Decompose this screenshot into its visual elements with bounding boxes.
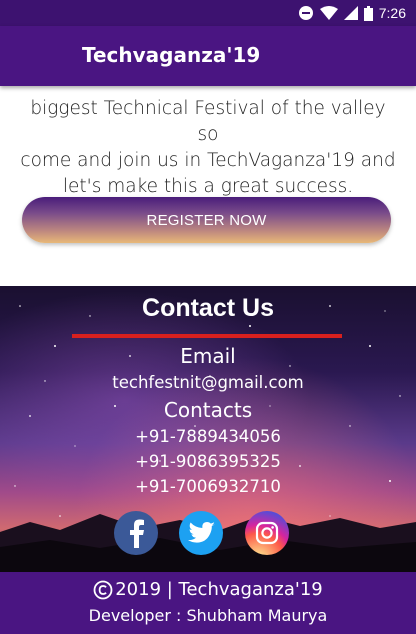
cell-signal-icon [343,6,358,20]
about-line: come and join us in TechVaganza'19 and [20,150,396,171]
status-bar: 7:26 [0,0,416,26]
phone-link[interactable]: +91-7006932710 [0,477,416,496]
status-icons: 7:26 [298,3,406,23]
copyright-line: 2019 | Techvaganza'19 [0,579,416,600]
twitter-icon [188,522,215,543]
footer: 2019 | Techvaganza'19 Developer : Shubha… [0,572,416,634]
status-time: 7:26 [378,5,406,21]
about-line: biggest Technical Festival of the valley… [30,98,386,145]
about-text: biggest Technical Festival of the valley… [20,86,396,200]
copyright-text: 2019 | Techvaganza'19 [115,579,323,600]
wifi-icon [319,6,338,20]
app-bar: Techvaganza'19 [0,26,416,86]
facebook-icon [130,519,144,548]
contact-title: Contact Us [142,294,274,322]
about-section: biggest Technical Festival of the valley… [0,86,416,286]
instagram-button[interactable] [245,511,289,555]
copyright-icon [93,580,113,599]
email-link[interactable]: techfestnit@gmail.com [0,373,416,392]
battery-icon [363,5,373,21]
phone-link[interactable]: +91-7889434056 [0,427,416,446]
do-not-disturb-icon [298,6,313,20]
contact-section: Contact Us Email techfestnit@gmail.com C… [0,286,416,572]
register-now-button[interactable]: REGISTER NOW [22,197,391,243]
instagram-icon [255,521,279,545]
contacts-heading: Contacts [163,398,253,422]
facebook-button[interactable] [114,511,158,555]
developer-credit: Developer : Shubham Maurya [88,606,328,625]
title-underline [72,334,342,338]
phone-link[interactable]: +91-9086395325 [0,452,416,471]
twitter-button[interactable] [179,511,223,555]
email-heading: Email [180,344,236,368]
app-title: Techvaganza'19 [82,43,261,67]
